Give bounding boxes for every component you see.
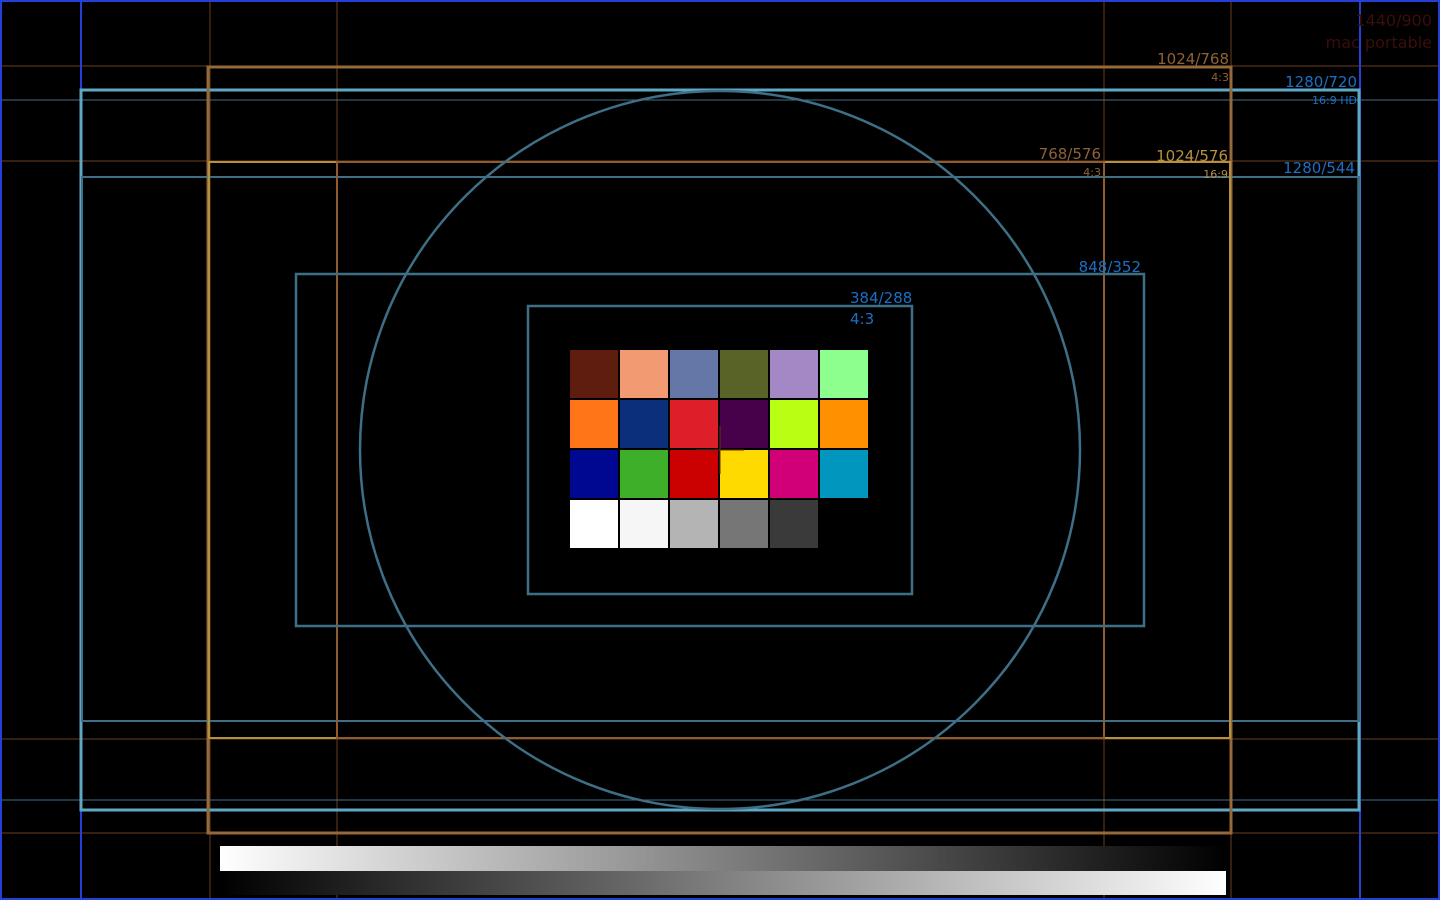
- color-patch: [820, 500, 868, 548]
- label-1024x576: 1024/576: [1156, 147, 1228, 165]
- grayscale-ramp-white-to-black: [220, 846, 1226, 871]
- label-384x288: 384/288: [850, 289, 912, 307]
- test-pattern-canvas: 1440/900 mac portable 1024/768 4:3 1280/…: [0, 0, 1440, 900]
- color-patch: [720, 450, 768, 498]
- color-patch: [620, 450, 668, 498]
- color-patch: [720, 500, 768, 548]
- color-patch: [570, 350, 618, 398]
- color-patch: [570, 450, 618, 498]
- color-patch: [820, 400, 868, 448]
- color-patch: [770, 500, 818, 548]
- color-patch: [770, 350, 818, 398]
- label-848x352: 848/352: [1079, 258, 1141, 276]
- color-patch: [770, 450, 818, 498]
- caption-384x288: 4:3: [850, 310, 874, 328]
- color-patch: [620, 500, 668, 548]
- caption-mac-portable: mac portable: [1326, 33, 1432, 52]
- caption-1024x576: 16:9: [1203, 168, 1228, 181]
- label-1280x720: 1280/720: [1285, 73, 1357, 91]
- grayscale-ramp-black-to-white: [220, 871, 1226, 895]
- color-patch: [620, 350, 668, 398]
- label-768x576: 768/576: [1039, 145, 1101, 163]
- color-patch: [570, 500, 618, 548]
- color-patch: [720, 400, 768, 448]
- label-1440x900: 1440/900: [1355, 11, 1432, 30]
- color-patch: [770, 400, 818, 448]
- caption-1280x720: 16:9 HD: [1312, 94, 1357, 107]
- label-1280x544: 1280/544: [1283, 159, 1355, 177]
- color-patch: [670, 350, 718, 398]
- color-patch: [670, 400, 718, 448]
- color-patch: [620, 400, 668, 448]
- caption-1024x768: 4:3: [1211, 71, 1229, 84]
- caption-768x576: 4:3: [1083, 166, 1101, 179]
- color-patch: [720, 350, 768, 398]
- label-1024x768: 1024/768: [1157, 50, 1229, 68]
- color-patch: [570, 400, 618, 448]
- color-patch: [820, 450, 868, 498]
- color-patch: [670, 500, 718, 548]
- color-checker-grid: [570, 350, 868, 548]
- color-patch: [670, 450, 718, 498]
- color-patch: [820, 350, 868, 398]
